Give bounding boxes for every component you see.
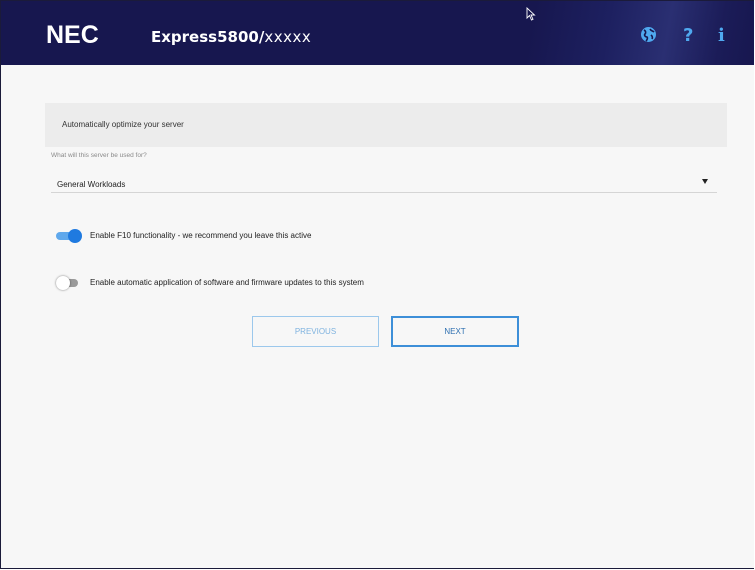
f10-toggle[interactable]: Enable F10 functionality - we recommend … xyxy=(56,228,346,244)
caret-down-icon xyxy=(702,179,708,184)
auto-updates-toggle-label: Enable automatic application of software… xyxy=(90,278,364,287)
usage-select-value: General Workloads xyxy=(57,180,126,189)
mouse-cursor-icon xyxy=(526,6,536,26)
f10-toggle-label: Enable F10 functionality - we recommend … xyxy=(90,231,312,240)
f10-toggle-knob xyxy=(68,229,82,243)
brand-logo: NEC xyxy=(46,21,99,49)
header-bar: NEC Express5800/xxxxx ? i xyxy=(1,1,754,65)
optimize-heading: Automatically optimize your server xyxy=(62,120,184,129)
auto-updates-toggle-knob xyxy=(56,276,70,290)
product-model: xxxxx xyxy=(264,28,312,46)
optimize-panel: Automatically optimize your server xyxy=(45,103,727,147)
product-name: Express5800/ xyxy=(151,28,265,46)
usage-select[interactable]: General Workloads xyxy=(51,172,717,193)
usage-label: What will this server be used for? xyxy=(51,152,147,159)
globe-icon[interactable] xyxy=(640,26,657,46)
previous-button[interactable]: PREVIOUS xyxy=(252,316,379,347)
info-icon[interactable]: i xyxy=(718,26,725,46)
next-button[interactable]: NEXT xyxy=(391,316,519,347)
help-icon[interactable]: ? xyxy=(683,26,693,46)
auto-updates-toggle[interactable]: Enable automatic application of software… xyxy=(56,275,406,291)
product-title: Express5800/xxxxx xyxy=(151,28,311,46)
